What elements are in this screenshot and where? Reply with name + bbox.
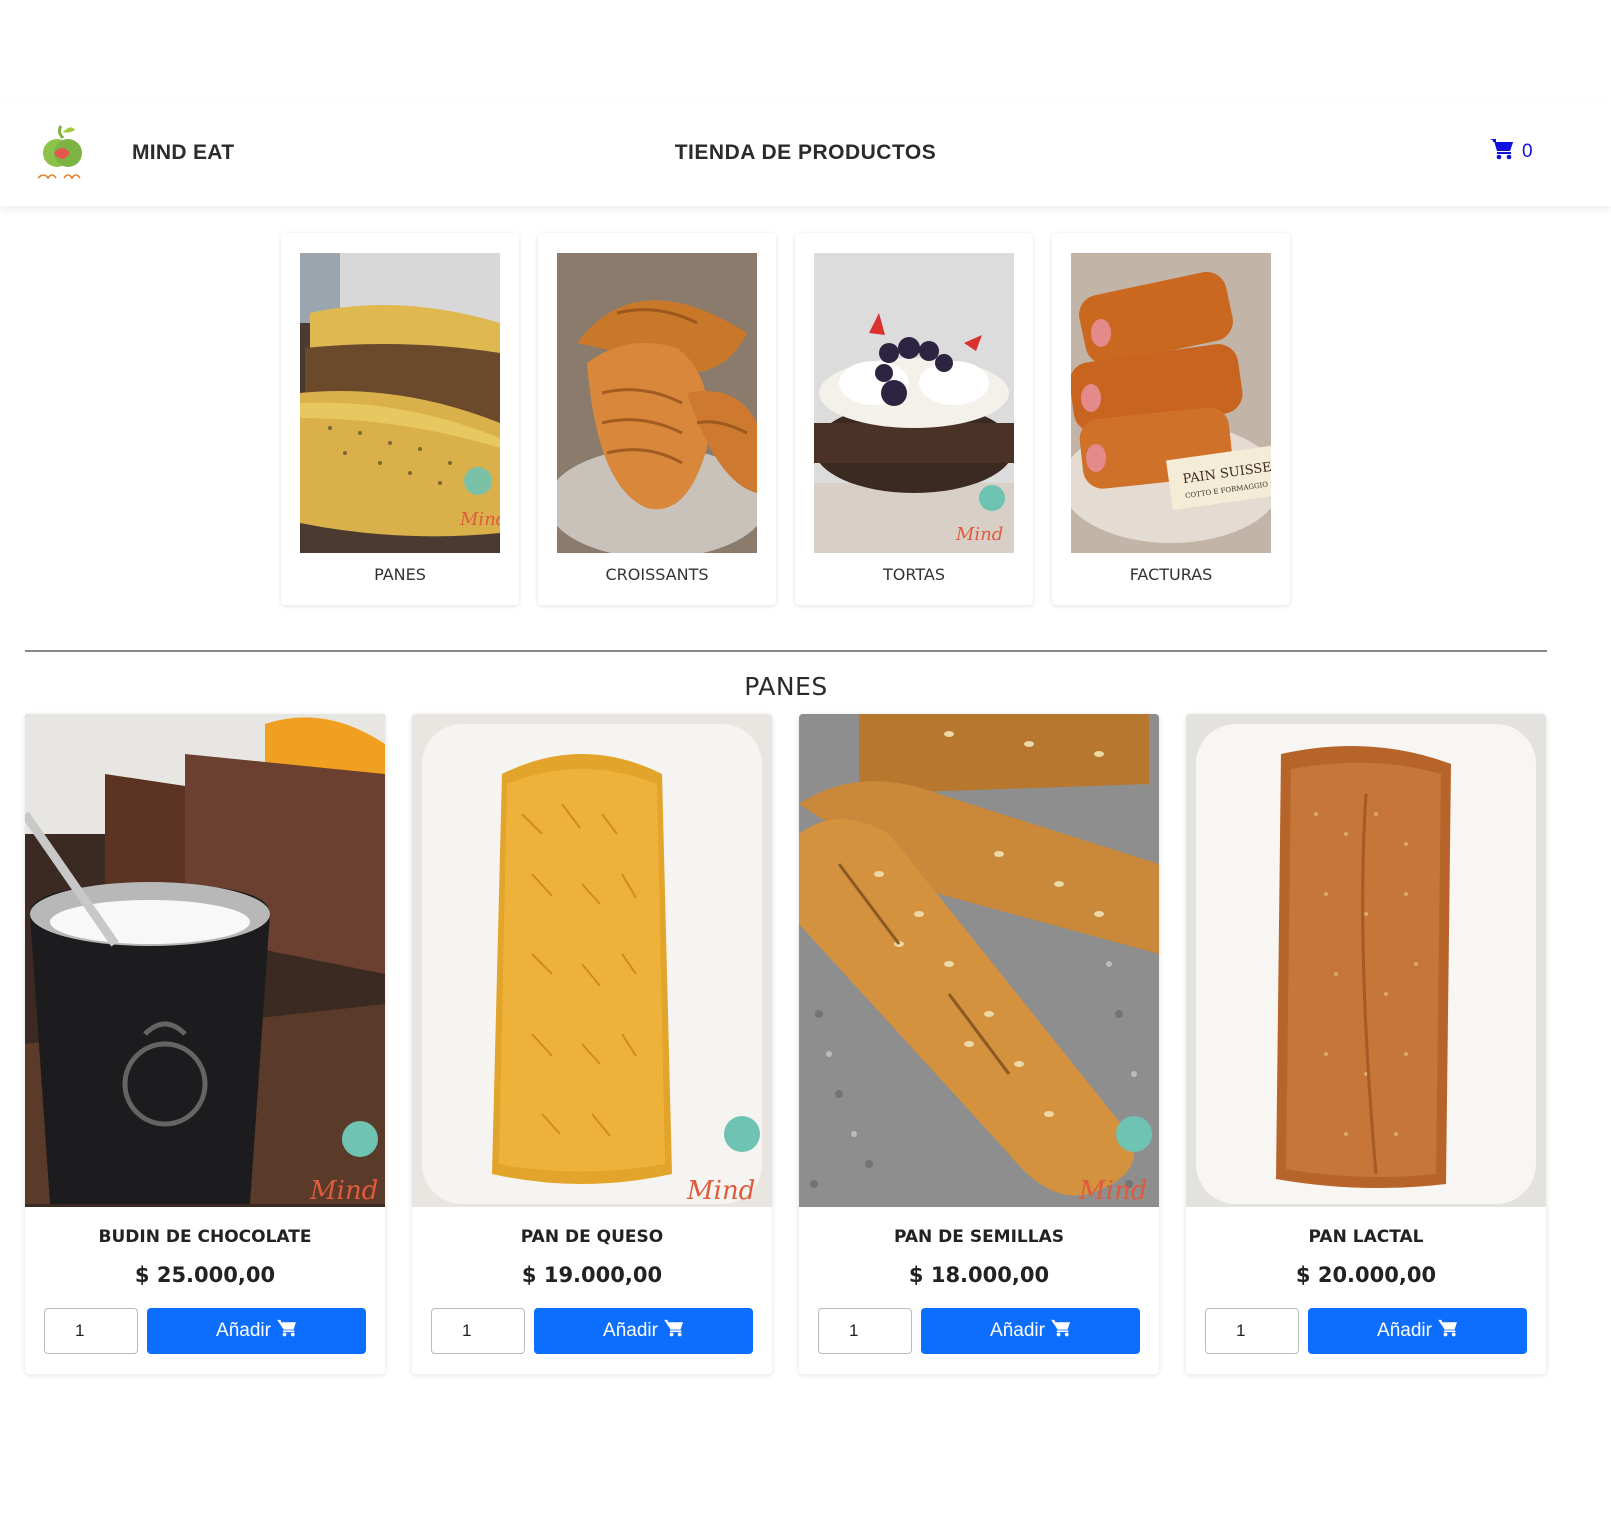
add-to-cart-button[interactable]: Añadir: [921, 1308, 1140, 1354]
add-button-label: Añadir: [603, 1320, 658, 1341]
category-card-tortas[interactable]: Mind TORTAS: [795, 233, 1033, 605]
product-photo-pan-semillas: Mind: [799, 714, 1159, 1207]
cart-icon: [664, 1319, 684, 1343]
section-title: PANES: [744, 672, 828, 701]
add-to-cart-button[interactable]: Añadir: [1308, 1308, 1527, 1354]
add-button-label: Añadir: [1377, 1320, 1432, 1341]
product-name: PAN DE QUESO: [520, 1227, 664, 1247]
cart-icon: [1438, 1319, 1458, 1343]
add-to-cart-button[interactable]: Añadir: [534, 1308, 753, 1354]
svg-text:Mind: Mind: [309, 1176, 378, 1206]
category-label: TORTAS: [883, 565, 945, 584]
product-photo-pan-queso: Mind: [412, 714, 772, 1207]
category-card-panes[interactable]: Mind PANES: [281, 233, 519, 605]
panes-photo: Mind: [300, 253, 500, 553]
product-name: PAN DE SEMILLAS: [893, 1227, 1064, 1247]
cart-link[interactable]: 0: [1490, 138, 1533, 166]
page-title: TIENDA DE PRODUCTOS: [674, 141, 937, 164]
category-label: CROISSANTS: [605, 565, 709, 584]
product-card: Mind BUDIN DE CHOCOLATE $ 25.000,00 Añad…: [25, 714, 385, 1374]
svg-text:Mind: Mind: [1078, 1176, 1147, 1206]
svg-text:Mind: Mind: [686, 1176, 755, 1206]
facturas-photo: PAIN SUISSE COTTO E FORMAGGIO: [1071, 253, 1271, 553]
cart-icon: [1051, 1319, 1071, 1343]
add-button-label: Añadir: [216, 1320, 271, 1341]
product-name: PAN LACTAL: [1308, 1227, 1424, 1247]
category-label: FACTURAS: [1129, 565, 1213, 584]
product-price: $ 19.000,00: [521, 1263, 663, 1287]
product-price: $ 20.000,00: [1295, 1263, 1437, 1287]
cart-icon: [277, 1319, 297, 1343]
product-card: Mind PAN DE SEMILLAS $ 18.000,00 Añadir: [799, 714, 1159, 1374]
add-to-cart-button[interactable]: Añadir: [147, 1308, 366, 1354]
svg-text:Mind: Mind: [955, 524, 1003, 545]
quantity-input[interactable]: [431, 1308, 525, 1354]
tortas-photo: Mind: [814, 253, 1014, 553]
product-photo-pan-lactal: [1186, 714, 1546, 1207]
add-button-label: Añadir: [990, 1320, 1045, 1341]
product-card: Mind PAN DE QUESO $ 19.000,00 Añadir: [412, 714, 772, 1374]
section-divider: [25, 650, 1547, 652]
category-card-facturas[interactable]: PAIN SUISSE COTTO E FORMAGGIO FACTURAS: [1052, 233, 1290, 605]
cart-icon: [1490, 138, 1514, 166]
product-price: $ 25.000,00: [134, 1263, 276, 1287]
croissants-photo: [557, 253, 757, 553]
svg-text:Mind: Mind: [459, 509, 500, 530]
product-price: $ 18.000,00: [908, 1263, 1050, 1287]
category-label: PANES: [374, 565, 426, 584]
quantity-input[interactable]: [1205, 1308, 1299, 1354]
product-name: BUDIN DE CHOCOLATE: [98, 1227, 312, 1247]
cart-count: 0: [1522, 141, 1533, 162]
top-navbar: MIND EAT TIENDA DE PRODUCTOS 0: [0, 100, 1611, 206]
product-card: PAN LACTAL $ 20.000,00 Añadir: [1186, 714, 1546, 1374]
category-card-croissants[interactable]: CROISSANTS: [538, 233, 776, 605]
product-photo-budin: Mind: [25, 714, 385, 1207]
quantity-input[interactable]: [44, 1308, 138, 1354]
quantity-input[interactable]: [818, 1308, 912, 1354]
